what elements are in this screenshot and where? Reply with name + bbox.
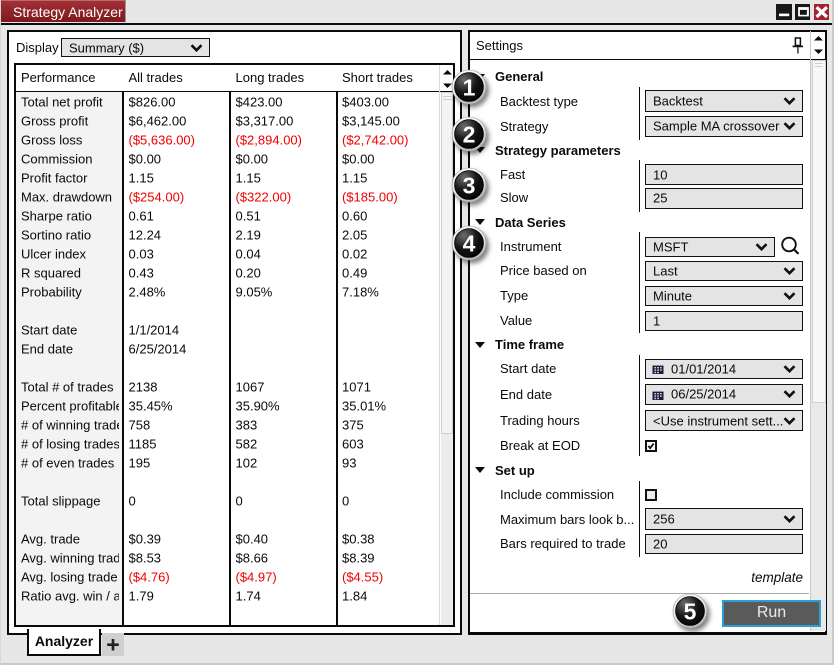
svg-text:2: 2 bbox=[463, 121, 476, 147]
svg-text:5: 5 bbox=[684, 598, 697, 624]
svg-text:1: 1 bbox=[463, 74, 476, 100]
svg-text:4: 4 bbox=[463, 230, 476, 256]
svg-text:3: 3 bbox=[463, 172, 476, 198]
